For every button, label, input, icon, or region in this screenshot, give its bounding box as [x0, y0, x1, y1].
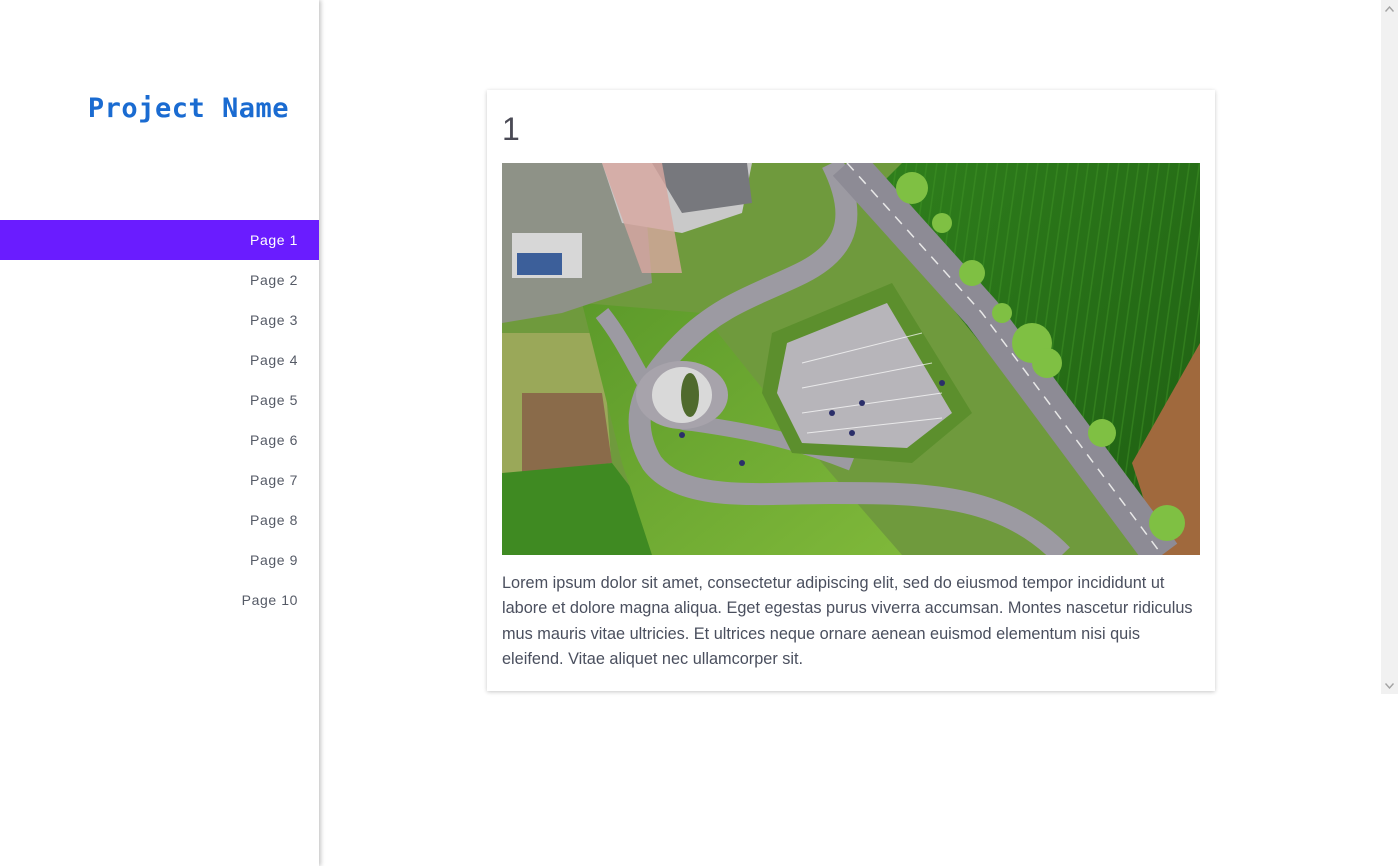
sidebar-nav: Page 1 Page 2 Page 3 Page 4 Page 5 Page … [0, 220, 319, 620]
aerial-roundabout-photo [502, 163, 1200, 555]
nav-item-page-6[interactable]: Page 6 [0, 420, 319, 460]
nav-item-page-5[interactable]: Page 5 [0, 380, 319, 420]
nav-item-page-8[interactable]: Page 8 [0, 500, 319, 540]
content-card: 1 Lorem ipsum dolor sit amet, consectetu… [487, 90, 1215, 691]
nav-item-page-3[interactable]: Page 3 [0, 300, 319, 340]
nav-item-page-9[interactable]: Page 9 [0, 540, 319, 580]
page-scrollbar[interactable] [1381, 0, 1398, 694]
nav-item-page-10[interactable]: Page 10 [0, 580, 319, 620]
nav-item-page-4[interactable]: Page 4 [0, 340, 319, 380]
project-name[interactable]: Project Name [88, 93, 289, 124]
chevron-up-icon[interactable] [1381, 0, 1398, 17]
nav-item-page-2[interactable]: Page 2 [0, 260, 319, 300]
main-content: 1 Lorem ipsum dolor sit amet, consectetu… [319, 0, 1381, 866]
sidebar: Project Name Page 1 Page 2 Page 3 Page 4… [0, 0, 319, 866]
nav-item-page-1[interactable]: Page 1 [0, 220, 319, 260]
chevron-down-icon[interactable] [1381, 677, 1398, 694]
card-title: 1 [502, 111, 520, 147]
nav-item-page-7[interactable]: Page 7 [0, 460, 319, 500]
card-body-text: Lorem ipsum dolor sit amet, consectetur … [502, 574, 1193, 669]
